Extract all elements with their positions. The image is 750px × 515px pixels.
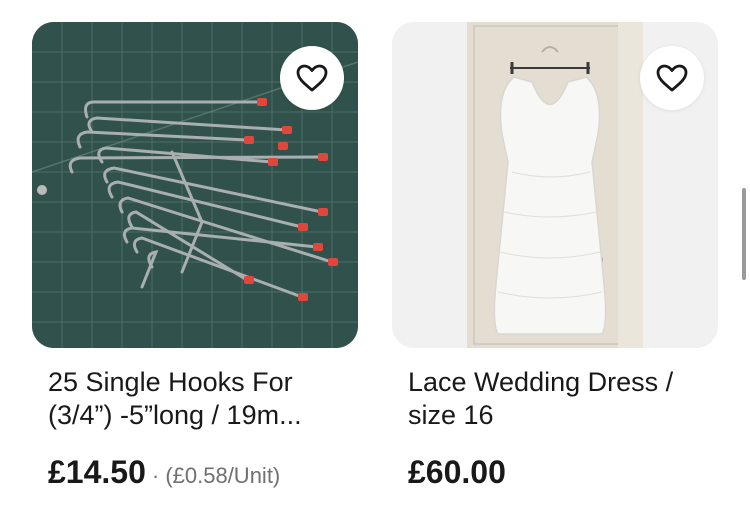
price-row: £14.50 · (£0.58/Unit) (48, 454, 358, 491)
favorite-button[interactable] (640, 46, 704, 110)
heart-outline-icon (656, 64, 688, 92)
scrollbar[interactable] (742, 188, 746, 280)
listing-price: £14.50 (48, 454, 146, 490)
listing-image[interactable] (392, 22, 718, 348)
price-row: £60.00 (408, 454, 718, 491)
favorite-button[interactable] (280, 46, 344, 110)
listing-title[interactable]: 25 Single Hooks For (3/4”) -5”long / 19m… (48, 366, 348, 432)
listing-image[interactable] (32, 22, 358, 348)
unit-price: · (£0.58/Unit) (151, 463, 281, 488)
listing-card[interactable]: 25 Single Hooks For (3/4”) -5”long / 19m… (32, 22, 358, 491)
listing-card[interactable]: Lace Wedding Dress / size 16 £60.00 (392, 22, 718, 491)
listing-price: £60.00 (408, 454, 506, 490)
heart-outline-icon (296, 64, 328, 92)
listing-title[interactable]: Lace Wedding Dress / size 16 (408, 366, 708, 432)
